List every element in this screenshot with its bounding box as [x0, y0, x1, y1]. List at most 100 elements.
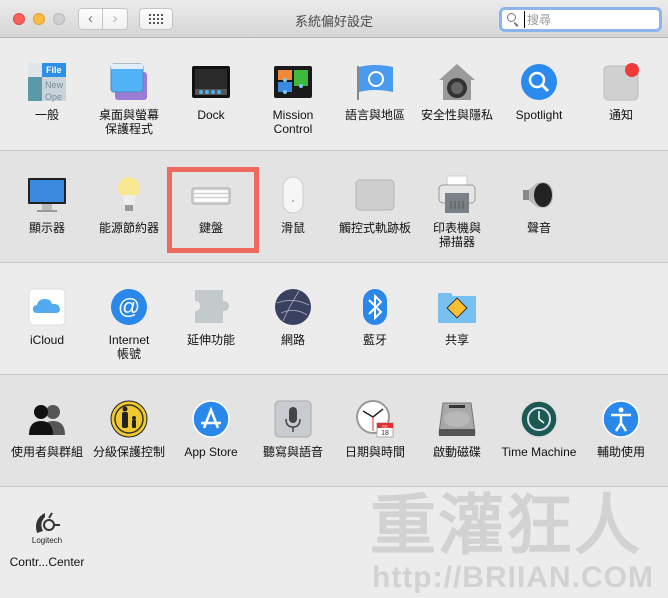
- pane-general[interactable]: File New Ope 一般: [6, 62, 88, 122]
- pane-label: 網路: [280, 333, 305, 347]
- pane-label: 語言與地區: [344, 108, 405, 122]
- pane-spotlight[interactable]: Spotlight: [498, 62, 580, 122]
- svg-text:@: @: [118, 294, 140, 319]
- dock-icon: [191, 62, 231, 102]
- sharing-icon: [437, 287, 477, 327]
- title-bar: ‹ › 系統偏好設定: [0, 0, 668, 38]
- pane-label: 藍牙: [362, 333, 387, 347]
- pane-bluetooth[interactable]: 藍牙: [334, 287, 416, 347]
- energy-saver-icon: [109, 175, 149, 215]
- pane-startup-disk[interactable]: 啟動磁碟: [416, 399, 498, 459]
- pane-label: 延伸功能: [186, 333, 235, 347]
- pane-label: 共享: [444, 333, 469, 347]
- pane-logitech-control-center[interactable]: Logitech Contr...Center: [6, 509, 88, 569]
- pane-label: 顯示器: [28, 221, 65, 235]
- users-groups-icon: [27, 399, 67, 439]
- pane-mouse[interactable]: 滑鼠: [252, 175, 334, 235]
- pane-label: 印表機與 掃描器: [432, 221, 481, 249]
- displays-icon: [27, 175, 67, 215]
- pane-notifications[interactable]: 通知: [580, 62, 662, 122]
- pane-displays[interactable]: 顯示器: [6, 175, 88, 235]
- svg-text:New: New: [45, 80, 64, 90]
- pane-security-privacy[interactable]: 安全性與隱私: [416, 62, 498, 122]
- pane-sound[interactable]: 聲音: [498, 175, 580, 235]
- pane-label: 通知: [608, 108, 633, 122]
- network-icon: [273, 287, 313, 327]
- pane-mission-control[interactable]: Mission Control: [252, 62, 334, 136]
- pane-energy-saver[interactable]: 能源節約器: [88, 175, 170, 235]
- mouse-icon: [273, 175, 313, 215]
- pane-label: 輔助使用: [596, 445, 645, 459]
- mission-control-icon: [273, 62, 313, 102]
- language-region-icon: [355, 62, 395, 102]
- accessibility-icon: [601, 399, 641, 439]
- parental-controls-icon: [109, 399, 149, 439]
- pane-label: Spotlight: [515, 108, 563, 122]
- pane-label: 聽寫與語音: [262, 445, 323, 459]
- pane-label: Dock: [197, 108, 225, 122]
- pane-label: 桌面與螢幕 保護程式: [98, 108, 159, 136]
- section-hardware: 顯示器 能源節約器 鍵盤 滑鼠 觸控式軌跡板 印表機與 掃描器 聲音: [0, 150, 668, 262]
- logitech-control-center-icon: Logitech: [27, 509, 67, 549]
- svg-text:Ope: Ope: [45, 92, 62, 102]
- internet-accounts-icon: @: [109, 287, 149, 327]
- pane-language-region[interactable]: 語言與地區: [334, 62, 416, 122]
- sound-icon: [519, 175, 559, 215]
- pane-internet-accounts[interactable]: @ Internet 帳號: [88, 287, 170, 361]
- keyboard-highlight-annotation: [167, 167, 259, 253]
- section-internet-wireless: iCloud @ Internet 帳號 延伸功能 網路 藍牙 共享: [0, 262, 668, 374]
- trackpad-icon: [355, 175, 395, 215]
- app-store-icon: [191, 399, 231, 439]
- pane-label: 安全性與隱私: [420, 108, 493, 122]
- bluetooth-icon: [355, 287, 395, 327]
- pane-label: 啟動磁碟: [432, 445, 481, 459]
- pane-label: App Store: [184, 445, 238, 459]
- notifications-icon: [601, 62, 641, 102]
- pane-label: 分級保護控制: [92, 445, 165, 459]
- pane-label: 能源節約器: [98, 221, 159, 235]
- section-system: 使用者與群組 分級保護控制 App Store 聽寫與語音 JUL 18 日期與…: [0, 374, 668, 486]
- pane-network[interactable]: 網路: [252, 287, 334, 347]
- pane-parental-controls[interactable]: 分級保護控制: [88, 399, 170, 459]
- pane-accessibility[interactable]: 輔助使用: [580, 399, 662, 459]
- startup-disk-icon: [437, 399, 477, 439]
- pane-time-machine[interactable]: Time Machine: [498, 399, 580, 459]
- pane-icloud[interactable]: iCloud: [6, 287, 88, 347]
- pane-label: Contr...Center: [9, 555, 85, 569]
- pane-dock[interactable]: Dock: [170, 62, 252, 122]
- security-privacy-icon: [437, 62, 477, 102]
- pane-label: Internet 帳號: [108, 333, 150, 361]
- spotlight-icon: [519, 62, 559, 102]
- printer-scanner-icon: [437, 175, 477, 215]
- pane-app-store[interactable]: App Store: [170, 399, 252, 459]
- pane-dictation-speech[interactable]: 聽寫與語音: [252, 399, 334, 459]
- extensions-icon: [191, 287, 231, 327]
- dictation-speech-icon: [273, 399, 313, 439]
- svg-text:JUL: JUL: [381, 424, 389, 429]
- pane-label: 滑鼠: [280, 221, 305, 235]
- pane-desktop-screensaver[interactable]: 桌面與螢幕 保護程式: [88, 62, 170, 136]
- section-other: Logitech Contr...Center: [0, 486, 668, 598]
- search-field[interactable]: [499, 7, 662, 32]
- pane-extensions[interactable]: 延伸功能: [170, 287, 252, 347]
- pane-date-time[interactable]: JUL 18 日期與時間: [334, 399, 416, 459]
- pane-label: Mission Control: [272, 108, 314, 136]
- section-personal: File New Ope 一般 桌面與螢幕 保護程式 Dock Mission …: [0, 38, 668, 150]
- pane-label: 日期與時間: [344, 445, 405, 459]
- pane-users-groups[interactable]: 使用者與群組: [6, 399, 88, 459]
- pane-trackpad[interactable]: 觸控式軌跡板: [334, 175, 416, 235]
- search-icon: [507, 13, 516, 22]
- svg-text:18: 18: [381, 430, 389, 437]
- svg-text:Logitech: Logitech: [32, 536, 62, 545]
- pane-label: iCloud: [29, 333, 65, 347]
- search-input[interactable]: [524, 11, 657, 28]
- svg-text:File: File: [46, 65, 62, 75]
- pane-printers-scanners[interactable]: 印表機與 掃描器: [416, 175, 498, 249]
- pane-label: 一般: [34, 108, 59, 122]
- pane-label: 聲音: [526, 221, 551, 235]
- pane-label: Time Machine: [501, 445, 577, 459]
- desktop-screensaver-icon: [109, 62, 149, 102]
- general-icon: File New Ope: [27, 62, 67, 102]
- pane-sharing[interactable]: 共享: [416, 287, 498, 347]
- date-time-icon: JUL 18: [355, 399, 395, 439]
